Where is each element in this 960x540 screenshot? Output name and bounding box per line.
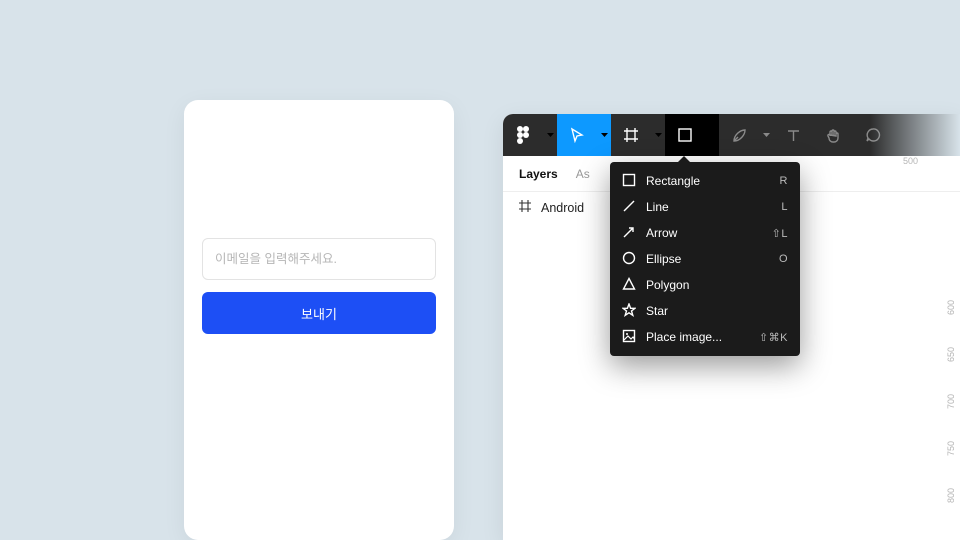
mobile-mockup-card: 보내기 (184, 100, 454, 540)
menu-polygon[interactable]: Polygon (610, 272, 800, 298)
ellipse-icon (622, 251, 636, 268)
menu-line[interactable]: Line L (610, 194, 800, 220)
menu-star[interactable]: Star (610, 298, 800, 324)
send-button[interactable]: 보내기 (202, 292, 436, 334)
figma-window: Layers As Android 500 600 650 700 750 80… (503, 114, 960, 540)
shape-dropdown: Rectangle R Line L Arrow ⇧L Ellipse O Po… (610, 162, 800, 356)
hand-tool-icon[interactable] (813, 114, 853, 156)
arrow-icon (622, 225, 636, 242)
polygon-icon (622, 277, 636, 294)
menu-ellipse[interactable]: Ellipse O (610, 246, 800, 272)
figma-toolbar (503, 114, 960, 156)
image-icon (622, 329, 636, 346)
pen-tool-icon[interactable] (719, 114, 759, 156)
text-tool-icon[interactable] (773, 114, 813, 156)
ruler-top: 500 (793, 156, 934, 178)
frame-tool-icon[interactable] (611, 114, 651, 156)
figma-menu-icon[interactable] (503, 114, 543, 156)
menu-rectangle[interactable]: Rectangle R (610, 168, 800, 194)
menu-arrow[interactable]: Arrow ⇧L (610, 220, 800, 246)
pen-tool-chevron[interactable] (759, 114, 773, 156)
layer-label: Android (541, 201, 584, 215)
figma-menu-chevron[interactable] (543, 114, 557, 156)
comment-tool-icon[interactable] (853, 114, 893, 156)
frame-icon (519, 200, 531, 215)
line-icon (622, 199, 636, 216)
email-field[interactable] (202, 238, 436, 280)
tab-assets[interactable]: As (576, 167, 590, 181)
shape-tool-chevron[interactable] (705, 114, 719, 156)
rectangle-icon (622, 173, 636, 190)
menu-place-image[interactable]: Place image... ⇧⌘K (610, 324, 800, 350)
tab-layers[interactable]: Layers (519, 167, 558, 181)
frame-tool-chevron[interactable] (651, 114, 665, 156)
shape-tool-icon[interactable] (665, 114, 705, 156)
ruler-right: 600 650 700 750 800 (946, 284, 956, 519)
move-tool-chevron[interactable] (597, 114, 611, 156)
star-icon (622, 303, 636, 320)
move-tool-icon[interactable] (557, 114, 597, 156)
